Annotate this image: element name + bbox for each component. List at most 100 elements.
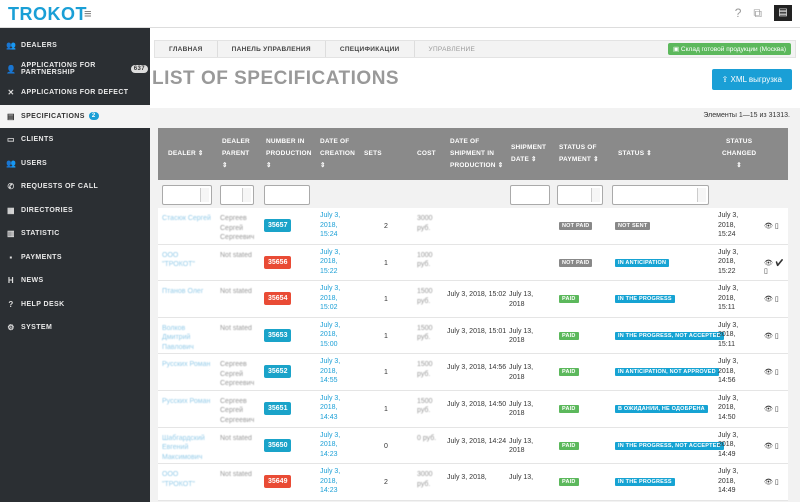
payment-status-badge: PAID [559,441,579,450]
payment-status-filter-select[interactable] [557,185,603,205]
creation-date-part: 2018, [320,221,338,229]
creation-date-link[interactable]: July 3, 2018, 14:23 [320,431,350,460]
close-icon: ✕ [7,88,15,98]
sidebar-item-clients[interactable]: ▭ CLIENTS [0,128,150,152]
status-filter-select[interactable] [612,185,709,205]
row-actions[interactable]: 👁 ▯ [764,222,788,230]
shipment-date: July 13, 2018 [509,327,534,345]
sidebar-item-help-desk[interactable]: ? HELP DESK [0,293,150,317]
sidebar-item-payments[interactable]: ▪ PAYMENTS [0,246,150,270]
breadcrumb-dashboard[interactable]: ПАНЕЛЬ УПРАВЛЕНИЯ [218,41,326,57]
sidebar-item-label: REQUESTS OF CALL [21,183,99,191]
dealer-link[interactable]: Русских Роман [162,360,212,370]
column-header[interactable]: SHIPMENT DATE ⇕ [511,128,551,180]
sidebar-item-system[interactable]: ⚙ SYSTEM [0,316,150,340]
xml-export-button[interactable]: ⇪ XML выгрузка [711,69,792,90]
cost-value: 1500 руб. [417,288,433,305]
column-header[interactable]: STATUS OF PAYMENT ⇕ [559,128,607,180]
creation-date-link[interactable]: July 3, 2018, 15:02 [320,284,350,313]
production-number-badge[interactable]: 35657 [264,219,292,232]
column-header[interactable]: DEALER PARENT ⇕ [222,128,252,180]
production-number-badge[interactable]: 35654 [264,292,292,306]
row-actions[interactable]: 👁 ▯ [764,368,788,376]
window-icon[interactable]: ⧉ [753,6,762,21]
dealer-link[interactable]: Русских Роман [162,397,212,407]
row-actions[interactable]: 👁 ▯ [764,442,788,450]
breadcrumb-specifications[interactable]: СПЕЦИФИКАЦИИ [326,41,415,57]
sidebar-item-label: CLIENTS [21,136,54,144]
dealer-link[interactable]: Стасюк Сергей [162,214,212,224]
column-header[interactable]: SETS [364,128,384,180]
sidebar-item-users[interactable]: 👥 USERS [0,152,150,176]
dealer-parent: Not stated [220,434,252,442]
parent-filter-select[interactable] [220,185,254,205]
status-badge: IN ANTICIPATION, NOT APPROVED [615,368,719,377]
table-row: ООО "ТРОКОТ" Not stated 35656 July 3, 2018, 1… [158,244,788,282]
status-changed-part: 2018, [718,404,736,412]
sidebar-item-directories[interactable]: ▦ DIRECTORIES [0,199,150,223]
panel-toggle-icon[interactable]: ▤ [774,5,792,21]
creation-date-part: July 3, [320,212,341,219]
sidebar-item-applications-for-partnership[interactable]: 👤 APPLICATIONS FOR PARTNERSHIP 637 [0,58,150,82]
logo[interactable]: TROKOT [8,4,87,25]
row-actions[interactable]: 👁 ▯ [764,478,788,486]
shipment-date-filter-input[interactable] [510,185,550,205]
column-header[interactable]: DATE OF CREATION ⇕ [320,128,355,180]
creation-date-part: 14:23 [320,487,338,495]
creation-date-link[interactable]: July 3, 2018, 15:00 [320,321,350,350]
creation-date-part: July 3, [320,321,341,329]
creation-date-part: July 3, [320,394,341,402]
dealer-link[interactable]: ООО "ТРОКОТ" [162,251,212,270]
column-header[interactable]: NUMBER IN PRODUCTION ⇕ [266,128,312,180]
production-number-badge[interactable]: 35652 [264,365,292,379]
sidebar-item-news[interactable]: H NEWS [0,269,150,293]
creation-date-link[interactable]: July 3, 2018, 14:23 [320,467,350,496]
row-actions[interactable]: 👁 ▯ [764,405,788,413]
row-actions[interactable]: 👁 ✔ ▯ [764,259,788,275]
status-changed-part: July 3, [718,212,739,219]
sidebar-item-requests-of-call[interactable]: ✆ REQUESTS OF CALL [0,175,150,199]
shipment-in-production-date: July 3, 2018, 15:02 [447,291,507,299]
sidebar-item-statistic[interactable]: ▥ STATISTIC [0,222,150,246]
shipment-date: July 13, 2018 [509,364,534,381]
dealer-link[interactable]: Птанов Олег [162,287,212,297]
creation-date-link[interactable]: July 3, 2018, 14:43 [320,394,350,423]
dealer-parent: Сергеев Сергей Сергеевич [220,361,255,388]
status-badge: IN THE PROGRESS [615,295,675,304]
sidebar-item-applications-for-defect[interactable]: ✕ APPLICATIONS FOR DEFECT [0,81,150,105]
creation-date-link[interactable]: July 3, 2018, 14:55 [320,357,350,386]
column-header[interactable]: COST [417,128,437,180]
column-header[interactable]: STATUS CHANGED ⇕ [722,128,756,180]
production-number-badge[interactable]: 35650 [264,438,292,452]
help-icon[interactable]: ? [735,6,742,20]
status-changed-part: July 3, [718,285,739,293]
production-number-badge[interactable]: 35651 [264,401,292,415]
row-actions[interactable]: 👁 ▯ [764,332,788,340]
sets-count: 1 [384,332,388,340]
production-number-badge[interactable]: 35653 [264,328,292,342]
number-filter-input[interactable] [264,185,310,205]
sidebar-item-label: APPLICATIONS FOR DEFECT [21,89,129,97]
gears-icon: ⚙ [7,323,15,333]
sidebar-item-dealers[interactable]: 👥 DEALERS [0,34,150,58]
production-number-badge[interactable]: 35649 [264,475,292,489]
sidebar-item-specifications[interactable]: ▤ SPECIFICATIONS 2 [0,104,150,128]
dealer-link[interactable]: Шабгардский Евгений Максимович [162,434,212,463]
dealer-parent: Not stated [220,288,252,296]
creation-date-link[interactable]: July 3, 2018, 15:22 [320,248,350,277]
column-header[interactable]: STATUS ⇕ [618,128,678,180]
row-actions[interactable]: 👁 ▯ [764,295,788,303]
dealer-link[interactable]: ООО "ТРОКОТ" [162,470,212,489]
column-header[interactable]: DATE OF SHIPMENT IN PRODUCTION ⇕ [450,128,504,180]
warehouse-button-label: Склад готовой продукции (Москва) [680,46,786,53]
creation-date-part: July 3, [320,431,341,439]
warehouse-button[interactable]: ▣ Склад готовой продукции (Москва) [667,43,791,55]
column-header[interactable]: DEALER ⇕ [168,128,218,180]
breadcrumb-home[interactable]: ГЛАВНАЯ [155,41,218,57]
creation-date-link[interactable]: July 3, 2018, 15:24 [320,211,350,240]
production-number-badge[interactable]: 35656 [264,255,292,269]
table-row: Волков Дмитрий Павлович Not stated 35653 Ju… [158,317,788,355]
dealer-link[interactable]: Волков Дмитрий Павлович [162,324,212,353]
dealer-filter-select[interactable] [162,185,212,205]
menu-toggle-icon[interactable]: ≡ [84,6,92,21]
